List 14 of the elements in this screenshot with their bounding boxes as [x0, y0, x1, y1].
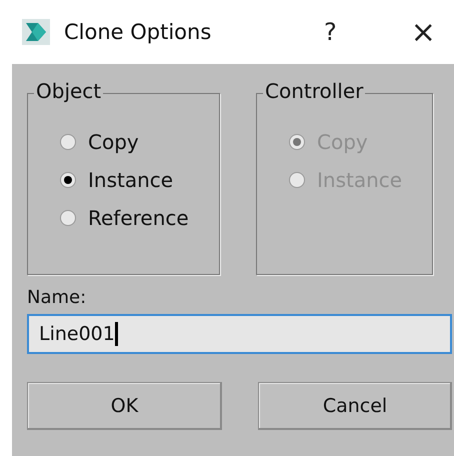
radio-option[interactable]: Instance [60, 168, 219, 192]
name-field[interactable]: Line001 [27, 314, 452, 354]
name-label: Name: [27, 287, 88, 308]
radio-option[interactable]: Copy [60, 130, 219, 154]
dialog-button[interactable]: Cancel [258, 382, 452, 430]
radio-option[interactable]: Reference [60, 206, 219, 230]
radio-button[interactable] [60, 210, 76, 226]
app-icon [22, 19, 50, 45]
radio-button[interactable] [60, 172, 76, 188]
help-button[interactable]: ? [314, 18, 347, 46]
window-title: Clone Options [64, 20, 212, 44]
dialog-button[interactable]: OK [27, 382, 222, 430]
radio-button[interactable] [60, 134, 76, 150]
close-button[interactable]: × [400, 14, 446, 50]
